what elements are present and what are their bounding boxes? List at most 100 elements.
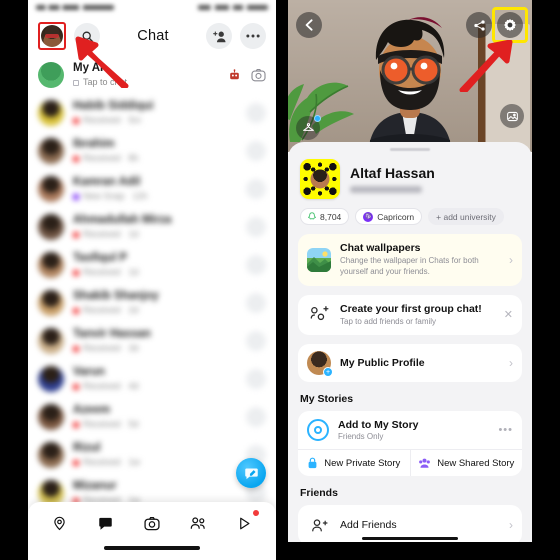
chat-row-name: Kamran Adil xyxy=(73,175,141,188)
chat-row[interactable]: Habib Siddiqui Received 5m xyxy=(28,94,276,132)
add-group-icon xyxy=(307,303,331,327)
profile-avatar[interactable] xyxy=(41,25,63,47)
outfit-notification-dot xyxy=(314,115,321,122)
chat-row-time: 8h xyxy=(128,152,139,163)
card-title: Create your first group chat! xyxy=(340,302,482,315)
bottom-navigation xyxy=(28,502,276,560)
chat-row-status: Received xyxy=(83,304,121,315)
chat-row-name: Tanvir Hassan xyxy=(73,327,151,340)
home-indicator xyxy=(104,546,200,550)
avatar xyxy=(38,442,64,468)
zodiac-chip[interactable]: ♑ Capricorn xyxy=(355,208,423,225)
chat-row-name: Tasfiqul P xyxy=(73,251,128,264)
robot-icon[interactable] xyxy=(228,68,241,82)
chat-row[interactable]: Kamran Adil New Snap 12h xyxy=(28,170,276,208)
settings-highlight-box xyxy=(492,7,528,43)
chat-row[interactable]: Shakib Shanjoy Received 2d xyxy=(28,284,276,322)
chevron-right-icon[interactable]: › xyxy=(509,518,513,532)
close-icon[interactable]: ✕ xyxy=(504,308,513,321)
card-title: Chat wallpapers xyxy=(340,242,421,254)
chevron-right-icon[interactable]: › xyxy=(509,356,513,370)
chat-row-action[interactable] xyxy=(246,179,266,199)
home-indicator xyxy=(362,536,458,540)
chevron-right-icon[interactable]: › xyxy=(509,253,513,267)
chat-row-action[interactable] xyxy=(246,369,266,389)
add-university-chip[interactable]: + add university xyxy=(428,208,504,225)
chat-row-name: Ahmadullah Mirza xyxy=(73,213,172,226)
chat-row-time: 1d xyxy=(128,266,139,277)
chat-row[interactable]: Ahmadullah Mirza Received 1d xyxy=(28,208,276,246)
outfit-hanger-icon[interactable] xyxy=(296,115,321,140)
nav-item-chat[interactable] xyxy=(91,508,121,538)
story-more-icon[interactable]: ••• xyxy=(498,424,513,436)
chat-row-name: My AI xyxy=(73,61,104,74)
friends-icon xyxy=(190,516,207,530)
snapscore-chip[interactable]: 8,704 xyxy=(300,208,350,225)
chat-row[interactable]: Tasfiqul P Received 1d xyxy=(28,246,276,284)
chat-row-action[interactable] xyxy=(246,217,266,237)
nav-item-map[interactable] xyxy=(44,508,74,538)
share-icon[interactable] xyxy=(466,12,492,38)
back-button[interactable] xyxy=(296,12,322,38)
snapscore-value: 8,704 xyxy=(320,211,342,222)
chat-row-action[interactable] xyxy=(246,407,266,427)
chat-header: Chat xyxy=(28,16,276,56)
chat-row-name: Azeem xyxy=(73,403,111,416)
chat-row-status: Received xyxy=(83,114,121,125)
chat-row-time: 12h xyxy=(132,190,148,201)
chat-row-action[interactable] xyxy=(246,331,266,351)
chat-row-action[interactable] xyxy=(246,255,266,275)
chat-row-subtitle: Received 1d xyxy=(73,229,237,240)
chat-row[interactable]: Azeem Received 5d xyxy=(28,398,276,436)
new-private-story-button[interactable]: New Private Story xyxy=(298,450,410,476)
chat-row-name: Habib Siddiqui xyxy=(73,99,154,112)
sheet-grabber[interactable] xyxy=(390,148,430,151)
chat-row-action[interactable] xyxy=(246,103,266,123)
bottom-crop xyxy=(288,542,532,560)
camera-icon[interactable] xyxy=(251,68,266,82)
ghost-icon xyxy=(308,212,316,220)
chat-row-status: Received xyxy=(83,266,121,277)
notification-badge xyxy=(252,510,259,516)
background-image-icon[interactable] xyxy=(500,104,524,128)
chat-wallpapers-card[interactable]: Chat wallpapers Change the wallpaper in … xyxy=(298,234,522,286)
more-options-icon[interactable] xyxy=(240,23,266,49)
new-chat-fab[interactable] xyxy=(236,458,266,488)
nav-item-spotlight[interactable] xyxy=(230,508,260,538)
create-group-chat-card[interactable]: Create your first group chat! Tap to add… xyxy=(298,294,522,336)
snapcode[interactable] xyxy=(300,159,340,199)
profile-header[interactable]: Altaf Hassan xyxy=(298,159,522,199)
chat-row-subtitle: Received 4d xyxy=(73,381,237,392)
chat-row-subtitle: Received 2d xyxy=(73,305,237,316)
chat-row-action[interactable] xyxy=(246,141,266,161)
status-bar xyxy=(28,0,276,16)
chat-row[interactable]: Ibrahim Received 8h xyxy=(28,132,276,170)
card-title: My Public Profile xyxy=(340,357,425,370)
my-ai-actions xyxy=(228,68,266,82)
chat-row[interactable]: Varun Received 4d xyxy=(28,360,276,398)
new-shared-story-button[interactable]: New Shared Story xyxy=(409,450,523,477)
profile-avatar-highlight[interactable] xyxy=(38,22,66,50)
chat-row-subtitle: Received 1w xyxy=(73,457,237,468)
chat-row-my-ai[interactable]: My AI Tap to chat xyxy=(28,56,276,94)
avatar xyxy=(38,404,64,430)
chat-row-subtitle: Received 5d xyxy=(73,419,237,430)
chat-row-status: Received xyxy=(83,228,121,239)
search-icon[interactable] xyxy=(74,23,100,49)
chat-row-action[interactable] xyxy=(246,293,266,313)
nav-item-camera[interactable] xyxy=(137,508,167,538)
chat-row-time: 1w xyxy=(128,456,141,467)
chat-list: My AI Tap to chat Habib Siddiqui Receive… xyxy=(28,56,276,512)
play-icon xyxy=(237,516,252,531)
chat-row-name: Mizanur xyxy=(73,479,117,492)
add-to-my-story-row[interactable]: Add to My Story Friends Only ••• xyxy=(298,411,522,449)
chat-rows-host: Habib Siddiqui Received 5m Ibrahim Received 8… xyxy=(28,94,276,512)
chat-row[interactable]: Tanvir Hassan Received 3d xyxy=(28,322,276,360)
chat-row-name: Varun xyxy=(73,365,105,378)
add-friend-icon[interactable] xyxy=(206,23,232,49)
chat-row-status: Received xyxy=(83,380,121,391)
chat-row-name: Shakib Shanjoy xyxy=(73,289,159,302)
my-public-profile-card[interactable]: + My Public Profile › xyxy=(298,344,522,383)
group-icon xyxy=(419,459,431,469)
nav-item-friends[interactable] xyxy=(183,508,213,538)
